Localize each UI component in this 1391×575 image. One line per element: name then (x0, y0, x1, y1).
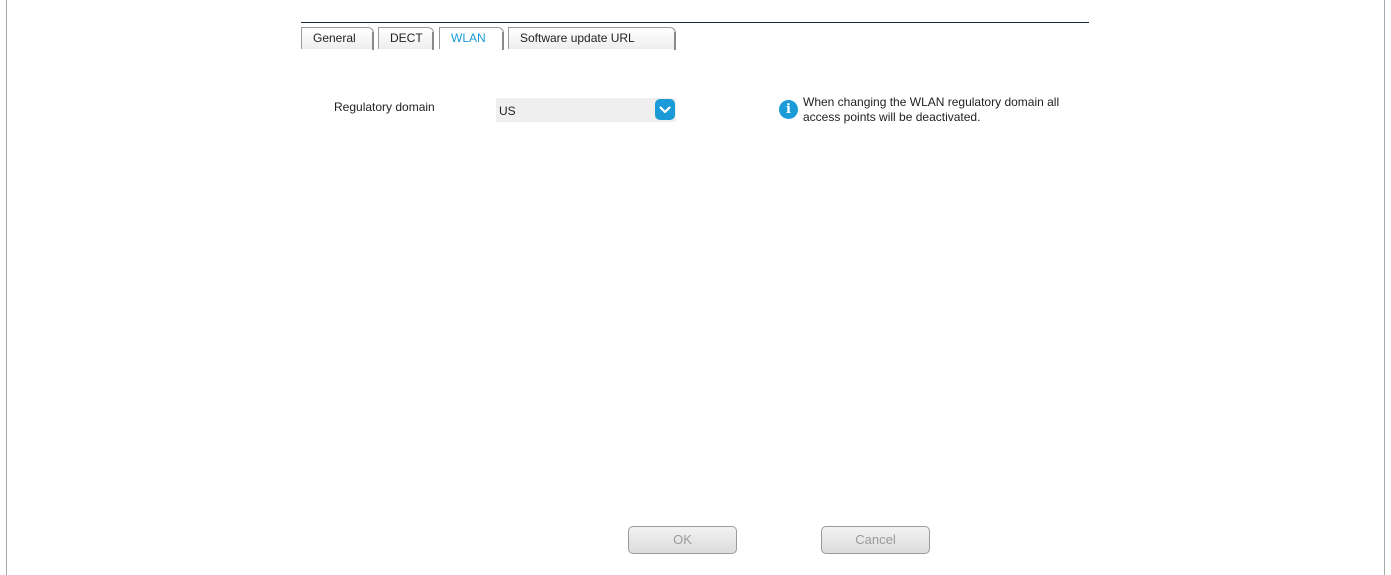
chevron-down-icon[interactable] (655, 99, 675, 120)
tab-strip-top-border (301, 22, 1089, 23)
info-icon: i (779, 100, 798, 119)
regulatory-domain-label: Regulatory domain (334, 100, 435, 114)
regulatory-domain-value: US (499, 104, 516, 118)
app-frame (6, 0, 1385, 575)
tab-wlan[interactable]: WLAN (439, 27, 504, 50)
tab-dect[interactable]: DECT (378, 27, 434, 50)
info-message: When changing the WLAN regulatory domain… (803, 95, 1060, 124)
tab-general[interactable]: General (301, 27, 374, 50)
ok-button[interactable]: OK (628, 526, 737, 554)
cancel-button[interactable]: Cancel (821, 526, 930, 554)
regulatory-domain-select[interactable]: US (496, 98, 676, 122)
tab-software-update-url[interactable]: Software update URL (508, 27, 676, 50)
